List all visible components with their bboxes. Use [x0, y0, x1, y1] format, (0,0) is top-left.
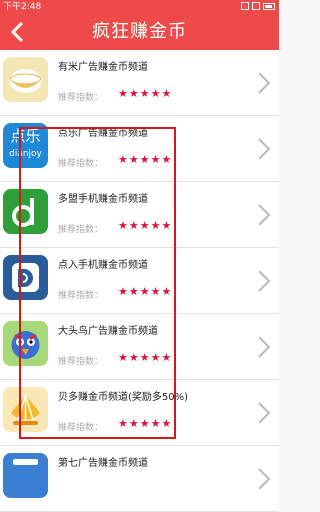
recommend-label: 推荐指数： [58, 423, 104, 433]
status-icons [241, 2, 275, 10]
page-title: 疯狂赚金币 [92, 21, 187, 42]
app-name: 贝多赚金币频道(奖励多50%) [58, 392, 189, 403]
rating-stars: ★★★★★ [118, 285, 173, 298]
dianru-icon [3, 255, 48, 300]
recommend-label: 推荐指数： [58, 291, 104, 301]
status-time: 下午2:48 [3, 2, 42, 12]
dianjoy-icon-text-top: 点乐 [10, 127, 41, 145]
rating-stars: ★★★★★ [118, 219, 173, 232]
battery-icon [263, 2, 275, 10]
app-name: 多盟手机赚金币频道 [58, 194, 148, 205]
list-item-domob[interactable]: 多盟手机赚金币频道 推荐指数： ★★★★★ [0, 182, 279, 248]
recommend-label: 推荐指数： [58, 159, 104, 169]
wifi-icon [241, 2, 249, 10]
app-name: 点乐广告赚金币频道 [58, 128, 148, 139]
list-item-youmi[interactable]: 有米广告赚金币频道 推荐指数： ★★★★★ [0, 50, 279, 116]
youmi-bowl-icon [3, 57, 48, 102]
rating-stars: ★★★★★ [118, 153, 173, 166]
title-bar: 疯狂赚金币 [0, 14, 279, 50]
dianjoy-icon: 点乐 dianjoy [3, 123, 48, 168]
chevron-right-icon [258, 138, 271, 160]
chevron-right-icon [258, 72, 271, 94]
recommend-label: 推荐指数： [58, 93, 104, 103]
list-item-dianru[interactable]: 点入手机赚金币频道 推荐指数： ★★★★★ [0, 248, 279, 314]
app-name: 第七广告赚金币频道 [58, 458, 148, 469]
chevron-right-icon [258, 402, 271, 424]
signal-icon [252, 2, 260, 10]
rating-stars: ★★★★★ [118, 417, 173, 430]
rating-stars: ★★★★★ [118, 351, 173, 364]
app-list: 有米广告赚金币频道 推荐指数： ★★★★★ 点乐 dianjoy 点乐广告赚金币… [0, 50, 279, 512]
beiduo-shell-icon [3, 387, 48, 432]
bird-icon [3, 321, 48, 366]
chevron-right-icon [258, 270, 271, 292]
dianjoy-icon-text-bottom: dianjoy [9, 149, 42, 159]
domob-d-icon [3, 189, 48, 234]
diqi-icon [3, 453, 48, 498]
recommend-label: 推荐指数： [58, 357, 104, 367]
list-item-diqi[interactable]: 第七广告赚金币频道 [0, 446, 279, 512]
chevron-right-icon [258, 336, 271, 358]
recommend-label: 推荐指数： [58, 225, 104, 235]
list-item-beiduo[interactable]: 贝多赚金币频道(奖励多50%) 推荐指数： ★★★★★ [0, 380, 279, 446]
chevron-right-icon [258, 204, 271, 226]
rating-stars: ★★★★★ [118, 87, 173, 100]
status-bar: 下午2:48 [0, 0, 279, 14]
app-name: 有米广告赚金币频道 [58, 62, 148, 73]
app-name: 点入手机赚金币频道 [58, 260, 148, 271]
app-name: 大头鸟广告赚金币频道 [58, 326, 158, 337]
list-item-datouniao[interactable]: 大头鸟广告赚金币频道 推荐指数： ★★★★★ [0, 314, 279, 380]
list-item-dianjoy[interactable]: 点乐 dianjoy 点乐广告赚金币频道 推荐指数： ★★★★★ [0, 116, 279, 182]
chevron-right-icon [258, 468, 271, 490]
